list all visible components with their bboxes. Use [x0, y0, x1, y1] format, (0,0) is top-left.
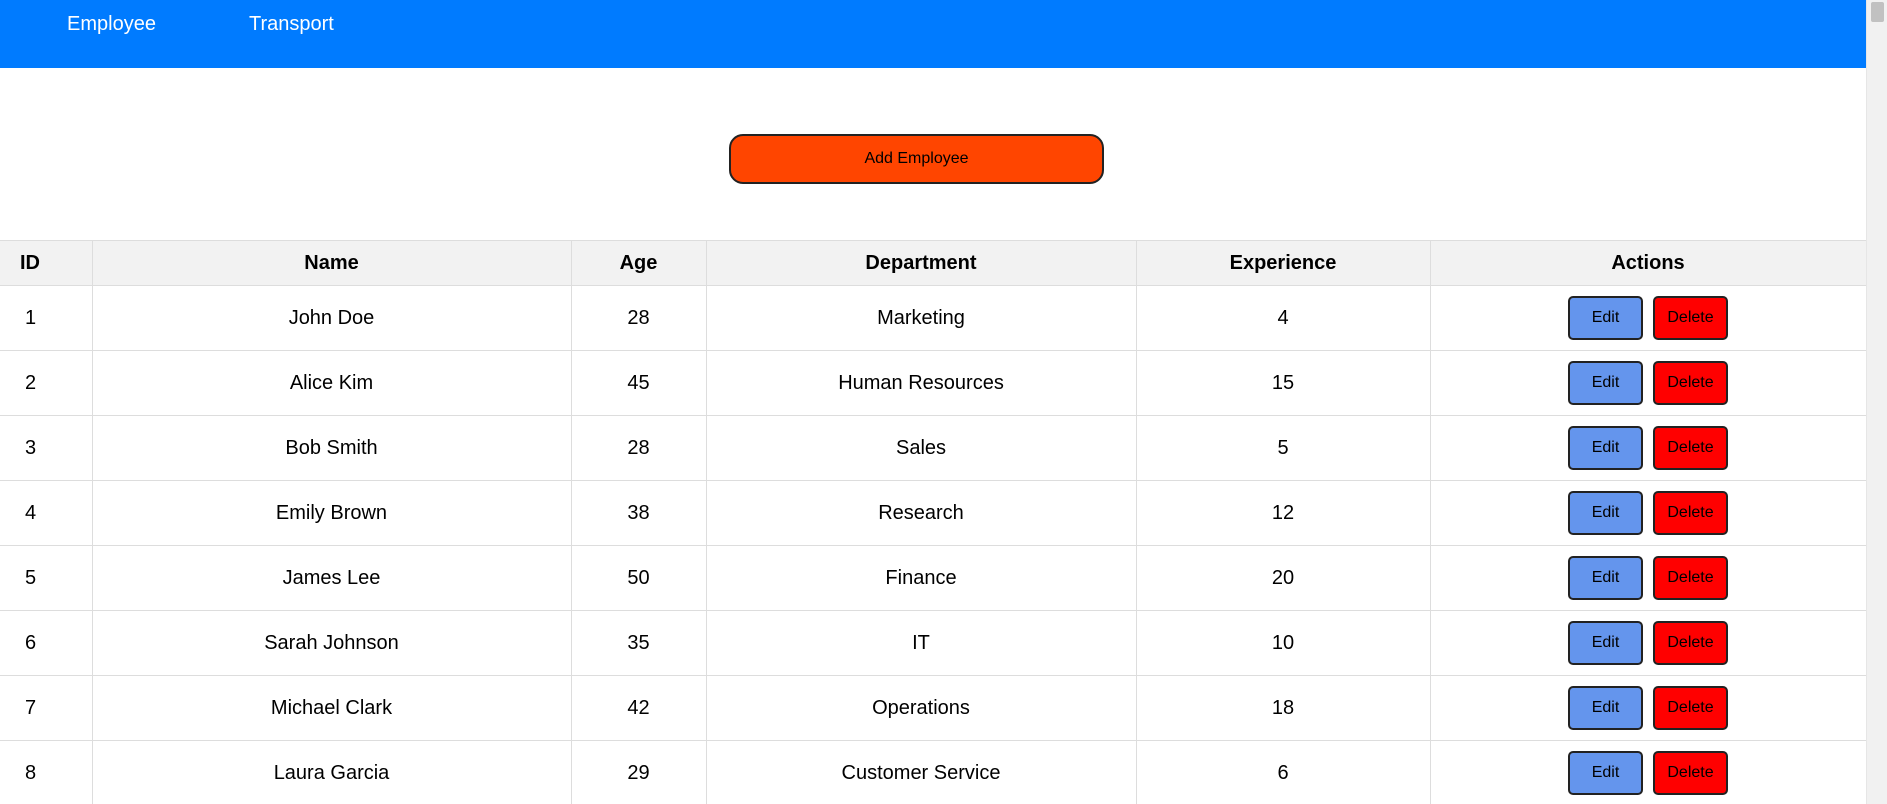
cell-department: Human Resources [705, 350, 1137, 416]
cell-age: 35 [570, 610, 707, 676]
cell-department: Sales [705, 415, 1137, 481]
cell-age: 38 [570, 480, 707, 546]
column-header-name: Name [91, 240, 572, 286]
cell-id: 7 [0, 675, 93, 741]
cell-department: Customer Service [705, 740, 1137, 804]
cell-experience: 5 [1135, 415, 1431, 481]
cell-actions: Edit Delete [1429, 610, 1866, 676]
cell-actions: Edit Delete [1429, 740, 1866, 804]
cell-department: Research [705, 480, 1137, 546]
cell-name: Michael Clark [91, 675, 572, 741]
cell-name: Emily Brown [91, 480, 572, 546]
table-body: 1 John Doe 28 Marketing 4 Edit Delete 2 Alice Ki… [0, 285, 1866, 804]
table-header-row: ID Name Age Department Experience Action… [0, 240, 1866, 286]
edit-button[interactable]: Edit [1568, 556, 1643, 600]
cell-department: Finance [705, 545, 1137, 611]
table-row: 6 Sarah Johnson 35 IT 10 Edit Delete [0, 610, 1866, 676]
edit-button[interactable]: Edit [1568, 686, 1643, 730]
edit-button[interactable]: Edit [1568, 751, 1643, 795]
cell-name: James Lee [91, 545, 572, 611]
add-employee-button[interactable]: Add Employee [729, 134, 1104, 184]
column-header-id: ID [0, 240, 93, 286]
cell-id: 5 [0, 545, 93, 611]
delete-button[interactable]: Delete [1653, 621, 1728, 665]
table-row: 7 Michael Clark 42 Operations 18 Edit Delete [0, 675, 1866, 741]
cell-department: IT [705, 610, 1137, 676]
cell-department: Operations [705, 675, 1137, 741]
page: Employee Transport Add Employee ID Name … [0, 0, 1887, 804]
cell-actions: Edit Delete [1429, 350, 1866, 416]
edit-button[interactable]: Edit [1568, 361, 1643, 405]
cell-experience: 20 [1135, 545, 1431, 611]
table-row: 5 James Lee 50 Finance 20 Edit Delete [0, 545, 1866, 611]
column-header-department: Department [705, 240, 1137, 286]
cell-age: 28 [570, 415, 707, 481]
delete-button[interactable]: Delete [1653, 556, 1728, 600]
cell-experience: 12 [1135, 480, 1431, 546]
cell-actions: Edit Delete [1429, 480, 1866, 546]
nav-link-employee[interactable]: Employee [67, 12, 156, 36]
cell-id: 4 [0, 480, 93, 546]
cell-id: 2 [0, 350, 93, 416]
cell-age: 28 [570, 285, 707, 351]
cell-age: 50 [570, 545, 707, 611]
delete-button[interactable]: Delete [1653, 751, 1728, 795]
employee-table: ID Name Age Department Experience Action… [0, 240, 1866, 804]
nav-link-transport[interactable]: Transport [249, 12, 334, 36]
edit-button[interactable]: Edit [1568, 426, 1643, 470]
edit-button[interactable]: Edit [1568, 296, 1643, 340]
cell-age: 42 [570, 675, 707, 741]
edit-button[interactable]: Edit [1568, 491, 1643, 535]
table-row: 4 Emily Brown 38 Research 12 Edit Delete [0, 480, 1866, 546]
cell-id: 1 [0, 285, 93, 351]
delete-button[interactable]: Delete [1653, 491, 1728, 535]
scrollbar-thumb[interactable] [1871, 2, 1884, 22]
employee-table-container: ID Name Age Department Experience Action… [0, 240, 1866, 804]
cell-name: Bob Smith [91, 415, 572, 481]
cell-actions: Edit Delete [1429, 545, 1866, 611]
cell-age: 29 [570, 740, 707, 804]
cell-age: 45 [570, 350, 707, 416]
column-header-age: Age [570, 240, 707, 286]
cell-id: 6 [0, 610, 93, 676]
main-content: Employee Transport Add Employee ID Name … [0, 0, 1866, 804]
cell-experience: 10 [1135, 610, 1431, 676]
navbar: Employee Transport [0, 0, 1866, 68]
cell-department: Marketing [705, 285, 1137, 351]
cell-name: Sarah Johnson [91, 610, 572, 676]
cell-name: Laura Garcia [91, 740, 572, 804]
delete-button[interactable]: Delete [1653, 361, 1728, 405]
cell-id: 8 [0, 740, 93, 804]
cell-id: 3 [0, 415, 93, 481]
table-row: 8 Laura Garcia 29 Customer Service 6 Edit Dele… [0, 740, 1866, 804]
column-header-actions: Actions [1429, 240, 1866, 286]
cell-experience: 18 [1135, 675, 1431, 741]
delete-button[interactable]: Delete [1653, 686, 1728, 730]
delete-button[interactable]: Delete [1653, 426, 1728, 470]
cell-experience: 15 [1135, 350, 1431, 416]
edit-button[interactable]: Edit [1568, 621, 1643, 665]
cell-actions: Edit Delete [1429, 415, 1866, 481]
cell-name: John Doe [91, 285, 572, 351]
delete-button[interactable]: Delete [1653, 296, 1728, 340]
table-row: 3 Bob Smith 28 Sales 5 Edit Delete [0, 415, 1866, 481]
table-row: 1 John Doe 28 Marketing 4 Edit Delete [0, 285, 1866, 351]
cell-experience: 6 [1135, 740, 1431, 804]
cell-experience: 4 [1135, 285, 1431, 351]
table-row: 2 Alice Kim 45 Human Resources 15 Edit Delete [0, 350, 1866, 416]
cell-actions: Edit Delete [1429, 285, 1866, 351]
vertical-scrollbar[interactable] [1866, 0, 1887, 804]
column-header-experience: Experience [1135, 240, 1431, 286]
cell-actions: Edit Delete [1429, 675, 1866, 741]
cell-name: Alice Kim [91, 350, 572, 416]
